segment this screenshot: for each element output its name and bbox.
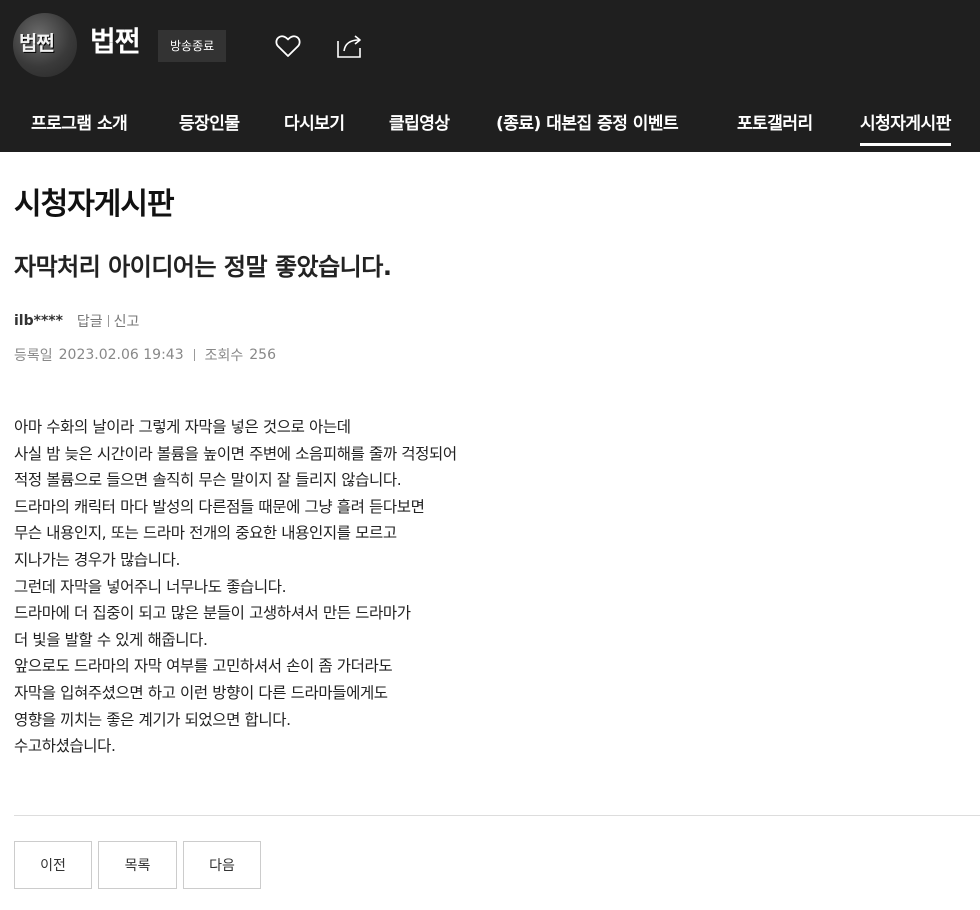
post-body-line: 적정 볼륨으로 들으면 솔직히 무슨 말이지 잘 들리지 않습니다. [14,471,402,490]
favorite-button[interactable] [272,30,304,62]
view-count: 256 [249,347,276,363]
post-body-line: 그런데 자막을 넣어주니 너무나도 좋습니다. [14,577,287,596]
post-body-line: 더 빛을 발할 수 있게 해줍니다. [14,630,208,649]
program-nav: 프로그램 소개 등장인물 다시보기 클립영상 (종료) 대본집 증정 이벤트 포… [0,100,980,152]
nav-item-script-event[interactable]: (종료) 대본집 증정 이벤트 [496,112,679,136]
nav-item-viewer-board[interactable]: 시청자게시판 [860,112,951,146]
share-icon [337,35,361,58]
report-link[interactable]: 신고 [114,311,140,331]
post-body-line: 드라마에 더 집중이 되고 많은 분들이 고생하셔서 만든 드라마가 [14,604,411,623]
post-body-line: 아마 수화의 날이라 그렇게 자막을 넣은 것으로 아는데 [14,418,351,436]
program-title[interactable]: 법쩐 [90,25,141,59]
share-button[interactable] [334,30,366,62]
post-meta: 등록일 2023.02.06 19:43 조회수 256 [14,345,276,365]
nav-item-photo-gallery[interactable]: 포토갤러리 [737,112,813,136]
next-post-button[interactable]: 다음 [183,841,261,889]
post-body-line: 지나가는 경우가 많습니다. [14,550,181,569]
post-author-row: ilb**** 답글 신고 [14,311,139,331]
nav-item-program-intro[interactable]: 프로그램 소개 [31,112,128,136]
divider [193,349,195,361]
status-badge: 방송종료 [158,30,227,62]
post-body-line: 수고하셨습니다. [14,737,116,756]
post-body-line: 자막을 입혀주셨으면 하고 이런 방향이 다른 드라마들에게도 [14,683,388,702]
reply-link[interactable]: 답글 [77,311,103,331]
date-label: 등록일 [14,348,53,364]
post-author: ilb**** [14,313,63,329]
post-body-line: 무슨 내용인지, 또는 드라마 전개의 중요한 내용인지를 모르고 [14,524,397,543]
post-date: 2023.02.06 19:43 [58,347,184,363]
post-body-line: 앞으로도 드라마의 자막 여부를 고민하셔서 손이 좀 가더라도 [14,657,393,676]
post-body-line: 영향을 끼치는 좋은 계기가 되었으면 합니다. [14,710,291,729]
nav-item-clips[interactable]: 클립영상 [389,112,450,136]
heart-icon [275,35,301,57]
page-title: 시청자게시판 [14,187,175,222]
nav-item-replay[interactable]: 다시보기 [284,112,345,136]
program-header: 법쩐 법쩐 방송종료 프로그램 소개 등장인물 다시보기 클립영상 (종료) 대… [0,0,980,152]
post-title: 자막처리 아이디어는 정말 좋았습니다. [14,253,392,281]
program-logo[interactable]: 법쩐 [13,13,77,77]
program-logo-text: 법쩐 [19,31,55,55]
post-body-line: 사실 밤 늦은 시간이라 볼륨을 높이면 주변에 소음피해를 줄까 걱정되어 [14,444,457,463]
post-body-line: 드라마의 캐릭터 마다 발성의 다른점들 때문에 그냥 흘려 듣다보면 [14,497,425,516]
divider [107,315,109,327]
list-button[interactable]: 목록 [98,841,177,889]
nav-item-characters[interactable]: 등장인물 [179,112,240,136]
post-body: 아마 수화의 날이라 그렇게 자막을 넣은 것으로 아는데 사실 밤 늦은 시간… [14,414,954,760]
views-label: 조회수 [204,348,244,364]
previous-post-button[interactable]: 이전 [14,841,92,889]
content-divider [14,815,980,816]
